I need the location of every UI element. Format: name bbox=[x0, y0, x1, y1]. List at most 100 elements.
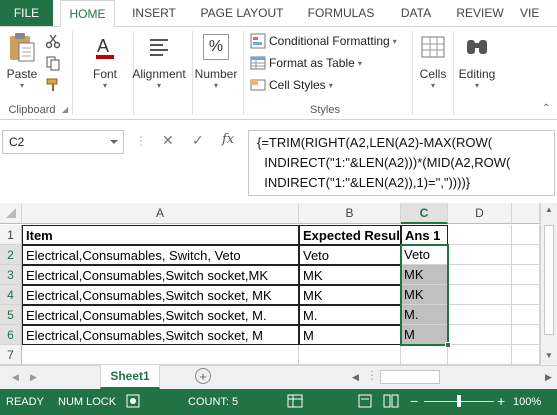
cell-d7[interactable] bbox=[448, 345, 512, 365]
column-header-c[interactable]: C bbox=[401, 203, 448, 224]
collapse-ribbon-icon[interactable]: ⌃ bbox=[542, 103, 550, 114]
insert-function-icon[interactable]: fx bbox=[222, 132, 234, 147]
editing-button[interactable]: Editing ▾ bbox=[455, 31, 499, 90]
cell-e6[interactable] bbox=[512, 325, 540, 345]
cell-styles-button[interactable]: Cell Styles ▾ bbox=[250, 75, 333, 95]
add-sheet-icon[interactable]: + bbox=[195, 368, 211, 384]
column-header-a[interactable]: A bbox=[22, 203, 299, 224]
number-label: Number bbox=[194, 67, 238, 81]
cell-d5[interactable] bbox=[448, 305, 512, 325]
paste-button[interactable]: Paste ▾ bbox=[4, 31, 40, 90]
excel-window: FILE HOME INSERT PAGE LAYOUT FORMULAS DA… bbox=[0, 0, 557, 415]
vertical-scrollbar[interactable]: ▲ ▼ bbox=[540, 203, 557, 365]
sheet-tab-sheet1[interactable]: Sheet1 bbox=[100, 365, 160, 389]
tab-split-icon[interactable]: ⋮ bbox=[366, 368, 378, 382]
format-painter-icon[interactable] bbox=[45, 75, 61, 95]
name-box[interactable]: C2 bbox=[2, 130, 124, 154]
normal-view-icon[interactable] bbox=[287, 394, 303, 411]
tab-review[interactable]: REVIEW bbox=[448, 0, 512, 26]
zoom-slider-thumb[interactable] bbox=[457, 395, 461, 407]
scroll-tabs-right-icon[interactable]: ▶ bbox=[30, 372, 37, 383]
cells-button[interactable]: Cells ▾ bbox=[414, 31, 452, 90]
cell-a4[interactable]: Electrical,Consumables,Switch socket, MK bbox=[22, 285, 299, 305]
column-header-b[interactable]: B bbox=[299, 203, 401, 224]
font-button[interactable]: A Font ▾ bbox=[82, 31, 128, 90]
copy-icon[interactable] bbox=[45, 53, 61, 73]
hscroll-right-icon[interactable]: ▶ bbox=[545, 372, 552, 383]
cell-a5[interactable]: Electrical,Consumables,Switch socket, M. bbox=[22, 305, 299, 325]
tab-home[interactable]: HOME bbox=[60, 0, 115, 27]
cell-b6[interactable]: M bbox=[299, 325, 401, 345]
enter-icon[interactable]: ✓ bbox=[192, 132, 204, 149]
row-header-1[interactable]: 1 bbox=[0, 225, 22, 245]
cell-b7[interactable] bbox=[299, 345, 401, 365]
alignment-label: Alignment bbox=[132, 67, 186, 81]
cell-d4[interactable] bbox=[448, 285, 512, 305]
row-header-5[interactable]: 5 bbox=[0, 305, 22, 325]
row-header-2[interactable]: 2 bbox=[0, 245, 22, 265]
tab-data[interactable]: DATA bbox=[391, 0, 441, 26]
formula-bar[interactable]: {=TRIM(RIGHT(A2,LEN(A2)-MAX(ROW( INDIREC… bbox=[248, 130, 555, 196]
cell-d3[interactable] bbox=[448, 265, 512, 285]
format-as-table-label: Format as Table bbox=[269, 56, 355, 70]
cell-b3[interactable]: MK bbox=[299, 265, 401, 285]
format-as-table-button[interactable]: Format as Table ▾ bbox=[250, 53, 362, 73]
cell-a7[interactable] bbox=[22, 345, 299, 365]
hscroll-thumb[interactable] bbox=[380, 370, 440, 384]
cell-a3[interactable]: Electrical,Consumables,Switch socket,MK bbox=[22, 265, 299, 285]
editing-label: Editing bbox=[458, 67, 496, 81]
page-layout-view-icon[interactable] bbox=[357, 394, 373, 411]
page-break-view-icon[interactable] bbox=[383, 394, 399, 411]
scroll-thumb[interactable] bbox=[544, 225, 554, 335]
cell-b1[interactable]: Expected Result bbox=[299, 225, 401, 245]
tab-formulas[interactable]: FORMULAS bbox=[298, 0, 384, 26]
group-divider bbox=[243, 31, 244, 115]
zoom-in-button[interactable]: + bbox=[497, 393, 505, 409]
cell-e2[interactable] bbox=[512, 245, 540, 265]
scroll-tabs-left-icon[interactable]: ◀ bbox=[12, 372, 19, 383]
tab-file[interactable]: FILE bbox=[0, 0, 53, 26]
macro-record-icon[interactable] bbox=[126, 394, 140, 411]
alignment-button[interactable]: Alignment ▾ bbox=[128, 31, 190, 90]
number-button[interactable]: % Number ▾ bbox=[192, 31, 240, 90]
select-all-corner[interactable] bbox=[0, 203, 22, 224]
scroll-up-icon[interactable]: ▲ bbox=[545, 205, 553, 214]
row-header-6[interactable]: 6 bbox=[0, 325, 22, 345]
cell-d6[interactable] bbox=[448, 325, 512, 345]
fill-handle[interactable] bbox=[445, 342, 451, 348]
cut-icon[interactable] bbox=[45, 31, 61, 51]
cell-a6[interactable]: Electrical,Consumables,Switch socket, M bbox=[22, 325, 299, 345]
hscroll-left-icon[interactable]: ◀ bbox=[352, 372, 359, 383]
chevron-down-icon[interactable] bbox=[110, 140, 118, 144]
cell-d1[interactable] bbox=[448, 225, 512, 245]
row-header-7[interactable]: 7 bbox=[0, 345, 22, 365]
row-header-4[interactable]: 4 bbox=[0, 285, 22, 305]
scroll-down-icon[interactable]: ▼ bbox=[545, 351, 553, 360]
cell-b5[interactable]: M. bbox=[299, 305, 401, 325]
cell-e1[interactable] bbox=[512, 225, 540, 245]
paste-dropdown-icon[interactable]: ▾ bbox=[20, 81, 24, 90]
clipboard-launcher-icon[interactable]: ◢ bbox=[62, 105, 68, 114]
tab-view[interactable]: VIE bbox=[520, 0, 557, 26]
cell-e4[interactable] bbox=[512, 285, 540, 305]
cell-e7[interactable] bbox=[512, 345, 540, 365]
cell-b4[interactable]: MK bbox=[299, 285, 401, 305]
cell-e3[interactable] bbox=[512, 265, 540, 285]
cell-c7[interactable] bbox=[401, 345, 448, 365]
drag-handle-icon[interactable]: ⋮ bbox=[135, 134, 147, 148]
cell-a1[interactable]: Item bbox=[22, 225, 299, 245]
zoom-out-button[interactable]: − bbox=[410, 393, 418, 409]
cell-c1[interactable]: Ans 1 bbox=[401, 225, 448, 245]
column-header-e[interactable] bbox=[512, 203, 540, 224]
cell-d2[interactable] bbox=[448, 245, 512, 265]
conditional-formatting-button[interactable]: Conditional Formatting ▾ bbox=[250, 31, 397, 51]
zoom-level[interactable]: 100% bbox=[513, 396, 541, 408]
cell-b2[interactable]: Veto bbox=[299, 245, 401, 265]
row-header-3[interactable]: 3 bbox=[0, 265, 22, 285]
cell-e5[interactable] bbox=[512, 305, 540, 325]
cell-a2[interactable]: Electrical,Consumables, Switch, Veto bbox=[22, 245, 299, 265]
cancel-icon[interactable]: ✕ bbox=[162, 132, 174, 149]
tab-insert[interactable]: INSERT bbox=[124, 0, 184, 26]
tab-page-layout[interactable]: PAGE LAYOUT bbox=[193, 0, 291, 26]
column-header-d[interactable]: D bbox=[448, 203, 512, 224]
